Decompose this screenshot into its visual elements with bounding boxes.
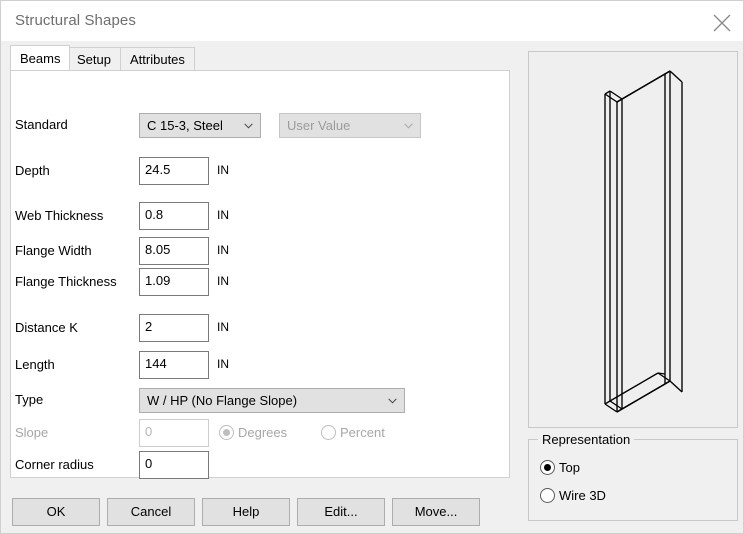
corner-radius-value: 0 xyxy=(145,456,153,471)
slope-input[interactable]: 0 xyxy=(139,419,209,447)
distance-k-label: Distance K xyxy=(15,320,78,335)
dialog-body: Beams Setup Attributes Standard C 15-3, … xyxy=(1,41,743,533)
row-length: Length 144 IN xyxy=(11,351,511,381)
flange-thickness-label: Flange Thickness xyxy=(15,274,117,289)
depth-label: Depth xyxy=(15,163,50,178)
web-thickness-value: 0.8 xyxy=(145,207,164,222)
user-value-combo-value: User Value xyxy=(287,118,351,133)
slope-percent-label: Percent xyxy=(340,425,385,440)
beams-tab-panel: Standard C 15-3, Steel User Value Depth xyxy=(10,70,511,481)
row-flange-width: Flange Width 8.05 IN xyxy=(11,237,511,267)
depth-value: 24.5 xyxy=(145,162,171,177)
chevron-down-icon xyxy=(404,123,413,129)
cancel-button[interactable]: Cancel xyxy=(107,498,195,526)
length-label: Length xyxy=(15,357,55,372)
tab-attributes[interactable]: Attributes xyxy=(120,47,195,70)
type-label: Type xyxy=(15,392,44,407)
web-thickness-input[interactable]: 0.8 xyxy=(139,202,209,230)
tab-beams[interactable]: Beams xyxy=(10,45,71,70)
row-web-thickness: Web Thickness 0.8 IN xyxy=(11,202,511,232)
depth-unit: IN xyxy=(217,163,229,177)
chevron-down-icon xyxy=(388,398,397,404)
radio-dot-icon xyxy=(540,460,555,475)
ok-button[interactable]: OK xyxy=(12,498,100,526)
structural-shapes-dialog: Structural Shapes Beams Setup Attributes… xyxy=(0,0,744,534)
web-thickness-unit: IN xyxy=(217,208,229,222)
radio-dot-icon xyxy=(219,425,234,440)
button-bar: OK Cancel Help Edit... Move... xyxy=(12,498,502,526)
representation-groupbox: Representation Top Wire 3D xyxy=(528,432,738,521)
slope-degrees-label: Degrees xyxy=(238,425,288,440)
radio-dot-icon xyxy=(321,425,336,440)
corner-radius-input[interactable]: 0 xyxy=(139,451,209,479)
user-value-combo[interactable]: User Value xyxy=(279,113,421,138)
length-value: 144 xyxy=(145,356,167,371)
distance-k-input[interactable]: 2 xyxy=(139,314,209,342)
flange-width-input[interactable]: 8.05 xyxy=(139,237,209,265)
flange-thickness-value: 1.09 xyxy=(145,273,171,288)
tab-setup[interactable]: Setup xyxy=(67,47,121,70)
corner-radius-label: Corner radius xyxy=(15,457,94,472)
close-icon[interactable] xyxy=(699,1,743,40)
slope-label: Slope xyxy=(15,425,49,440)
flange-width-unit: IN xyxy=(217,243,229,257)
representation-wire3d-label: Wire 3D xyxy=(559,488,606,503)
web-thickness-label: Web Thickness xyxy=(15,208,104,223)
close-glyph xyxy=(713,14,731,32)
row-flange-thickness: Flange Thickness 1.09 IN xyxy=(11,268,511,298)
standard-combo-value: C 15-3, Steel xyxy=(147,118,223,133)
help-button[interactable]: Help xyxy=(202,498,290,526)
slope-value: 0 xyxy=(145,424,153,439)
representation-top-label: Top xyxy=(559,460,580,475)
shape-preview xyxy=(528,51,738,428)
row-standard: Standard C 15-3, Steel User Value xyxy=(11,111,511,141)
row-type: Type W / HP (No Flange Slope) xyxy=(11,386,511,416)
distance-k-unit: IN xyxy=(217,320,229,334)
tab-strip: Beams Setup Attributes xyxy=(10,45,510,71)
standard-combo[interactable]: C 15-3, Steel xyxy=(139,113,261,138)
flange-width-label: Flange Width xyxy=(15,243,92,258)
chevron-down-icon xyxy=(244,123,253,129)
representation-legend: Representation xyxy=(538,432,635,447)
depth-input[interactable]: 24.5 xyxy=(139,157,209,185)
title-bar: Structural Shapes xyxy=(1,1,743,42)
flange-thickness-input[interactable]: 1.09 xyxy=(139,268,209,296)
type-combo-value: W / HP (No Flange Slope) xyxy=(147,393,298,408)
c-channel-wireframe-icon xyxy=(604,70,683,413)
window-title: Structural Shapes xyxy=(15,12,136,29)
row-depth: Depth 24.5 IN xyxy=(11,157,511,187)
edit-button[interactable]: Edit... xyxy=(297,498,385,526)
row-corner-radius: Corner radius 0 xyxy=(11,451,511,481)
standard-label: Standard xyxy=(15,117,68,132)
flange-thickness-unit: IN xyxy=(217,274,229,288)
row-slope: Slope 0 Degrees Percent xyxy=(11,419,511,449)
flange-width-value: 8.05 xyxy=(145,242,171,257)
distance-k-value: 2 xyxy=(145,319,153,334)
move-button[interactable]: Move... xyxy=(392,498,480,526)
radio-dot-icon xyxy=(540,488,555,503)
length-unit: IN xyxy=(217,357,229,371)
row-distance-k: Distance K 2 IN xyxy=(11,314,511,344)
length-input[interactable]: 144 xyxy=(139,351,209,379)
type-combo[interactable]: W / HP (No Flange Slope) xyxy=(139,388,405,413)
